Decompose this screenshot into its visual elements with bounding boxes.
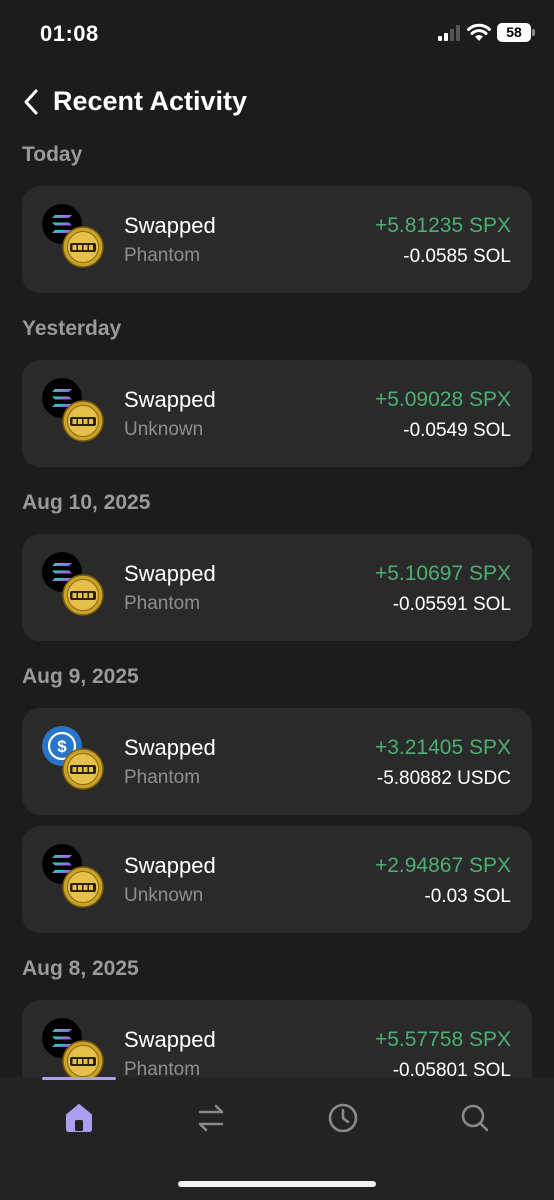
- spx-coin-icon: [62, 226, 104, 268]
- activity-received-amount: +5.81235 SPX: [374, 214, 511, 237]
- spx-coin-icon: [62, 574, 104, 616]
- header: Recent Activity: [0, 76, 554, 132]
- wifi-icon: [467, 23, 491, 41]
- activity-item[interactable]: $ Swapped Unknown +2.94867 SPX -0.03 SOL: [22, 826, 532, 933]
- svg-text:$: $: [57, 737, 67, 756]
- activity-received-amount: +2.94867 SPX: [374, 854, 511, 877]
- activity-item[interactable]: $ Swapped Phantom +5.81235 SPX -0.0585 S…: [22, 186, 532, 293]
- activity-title: Swapped: [124, 387, 216, 412]
- activity-item[interactable]: $ Swapped Unknown +5.09028 SPX -0.0549 S…: [22, 360, 532, 467]
- activity-received-amount: +3.21405 SPX: [374, 736, 511, 759]
- battery-tip: [532, 29, 535, 36]
- activity-sent-amount: -0.0549 SOL: [403, 420, 511, 441]
- activity-source: Phantom: [124, 767, 201, 788]
- spx-coin-icon: [62, 866, 104, 908]
- activity-item[interactable]: $ Swapped Phantom +3.21405 SPX -5.80882 …: [22, 708, 532, 815]
- activity-item[interactable]: $ Swapped Phantom +5.10697 SPX -0.05591 …: [22, 534, 532, 641]
- activity-sent-amount: -0.03 SOL: [424, 886, 511, 907]
- spx-coin-icon: [62, 748, 104, 790]
- activity-sent-amount: -0.05591 SOL: [392, 594, 511, 615]
- search-icon: [461, 1104, 489, 1132]
- section-date-label: Yesterday: [22, 317, 122, 340]
- activity-source: Phantom: [124, 245, 201, 266]
- clock-icon: [328, 1103, 358, 1133]
- back-chevron-icon[interactable]: [20, 88, 44, 116]
- tab-activity[interactable]: [323, 1098, 363, 1138]
- tab-search[interactable]: [455, 1098, 495, 1138]
- battery-icon: 58: [497, 23, 531, 42]
- home-icon: [66, 1104, 92, 1132]
- activity-received-amount: +5.09028 SPX: [374, 388, 511, 411]
- spx-coin-icon: [62, 400, 104, 442]
- section-date-label: Today: [22, 143, 83, 166]
- activity-received-amount: +5.10697 SPX: [374, 562, 511, 585]
- activity-received-amount: +5.57758 SPX: [374, 1028, 511, 1051]
- spx-coin-icon: [62, 1040, 104, 1082]
- status-time: 01:08: [40, 21, 99, 46]
- activity-title: Swapped: [124, 213, 216, 238]
- cellular-signal-icon: [438, 25, 460, 41]
- activity-source: Phantom: [124, 593, 201, 614]
- status-bar: 01:08 58: [0, 0, 554, 64]
- section-date-label: Aug 10, 2025: [22, 491, 151, 514]
- activity-title: Swapped: [124, 561, 216, 586]
- activity-source: Unknown: [124, 885, 204, 906]
- tab-home[interactable]: [59, 1098, 99, 1138]
- swap-icon: [198, 1104, 224, 1132]
- activity-title: Swapped: [124, 735, 216, 760]
- active-tab-indicator: [42, 1077, 116, 1080]
- page-title: Recent Activity: [53, 86, 248, 116]
- activity-sent-amount: -5.80882 USDC: [376, 768, 511, 789]
- section-date-label: Aug 9, 2025: [22, 665, 139, 688]
- tab-swap[interactable]: [191, 1098, 231, 1138]
- home-indicator: [178, 1181, 376, 1187]
- activity-title: Swapped: [124, 1027, 216, 1052]
- section-date-label: Aug 8, 2025: [22, 957, 139, 980]
- activity-sent-amount: -0.0585 SOL: [403, 246, 511, 267]
- activity-title: Swapped: [124, 853, 216, 878]
- activity-source: Unknown: [124, 419, 204, 440]
